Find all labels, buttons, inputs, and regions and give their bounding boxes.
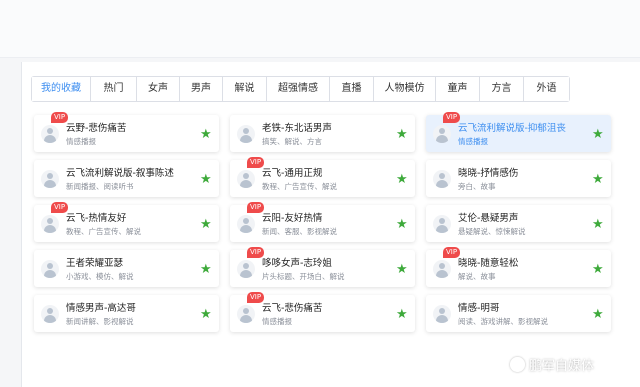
voice-card[interactable]: 情感-明哥阅读、游戏讲解、影视解说 ★ [426,295,611,332]
voice-card[interactable]: VIP 云飞-热情友好 教程、广告宣传、解说 ★ [34,202,219,242]
user-avatar-icon [41,125,59,143]
user-avatar-icon [41,170,59,188]
voice-name: 云阳-友好热情 [262,213,323,224]
user-avatar-icon [433,170,451,188]
voice-card[interactable]: 艾伦-悬疑男声 悬疑解说、惊悚解说 ★ [426,205,611,242]
voice-card[interactable]: VIP 哆哆女声-志玲姐 片头标题、开场白、解说 ★ [230,247,415,287]
tab-foreign[interactable]: 外语 [524,77,569,101]
star-icon[interactable]: ★ [396,263,409,276]
tab-narration[interactable]: 解说 [223,77,267,101]
voice-name: 云飞流利解说版-抑郁沮丧 [458,123,566,134]
voice-tags: 情感播报 [458,137,488,146]
voice-tags: 新闻播报、阅读听书 [66,182,134,191]
top-bar [0,0,640,58]
user-avatar-icon [237,260,255,278]
user-avatar-icon [237,125,255,143]
watermark: 鹏军自媒体 [510,352,594,376]
voice-library-panel: 我的收藏 热门 女声 男声 解说 超强情感 直播 人物模仿 童声 方言 外语 V… [21,62,640,387]
tab-dialect[interactable]: 方言 [480,77,524,101]
voice-name: 晓晓-随意轻松 [458,258,519,269]
voice-tags: 片头标题、开场白、解说 [262,272,345,281]
voice-tags: 情感播报 [66,137,96,146]
voice-card[interactable]: 王者荣耀亚瑟小游戏、模仿、解说 ★ [34,250,219,287]
tab-female[interactable]: 女声 [137,77,180,101]
watermark-text: 鹏军自媒体 [529,358,595,374]
user-avatar-icon [237,170,255,188]
voice-name: 哆哆女声-志玲姐 [262,258,332,269]
star-icon[interactable]: ★ [592,308,605,321]
voice-name: 情感-明哥 [458,303,500,314]
voice-name: 云飞-热情友好 [66,213,127,224]
tab-favorites[interactable]: 我的收藏 [32,77,91,101]
voice-card[interactable]: 晓晓-抒情感伤 旁白、故事 ★ [426,160,611,197]
star-icon[interactable]: ★ [200,173,213,186]
tab-male[interactable]: 男声 [180,77,223,101]
voice-card[interactable]: VIP 云野-悲伤痛苦 情感播报 ★ [34,112,219,152]
voice-card[interactable]: VIP 晓晓-随意轻松 解说、故事 ★ [426,247,611,287]
voice-card[interactable]: 老铁-东北话男声 搞笑、解说、方言 ★ [230,115,415,152]
user-avatar-icon [433,125,451,143]
tab-live[interactable]: 直播 [330,77,374,101]
star-icon[interactable]: ★ [200,128,213,141]
star-icon[interactable]: ★ [200,218,213,231]
tab-hot[interactable]: 热门 [91,77,137,101]
voice-tags: 解说、故事 [458,272,496,281]
tab-emotion[interactable]: 超强情感 [267,77,330,101]
voice-tags: 搞笑、解说、方言 [262,137,322,146]
star-icon[interactable]: ★ [396,308,409,321]
voice-tags: 悬疑解说、惊悚解说 [458,227,526,236]
star-icon[interactable]: ★ [200,308,213,321]
star-icon[interactable]: ★ [592,263,605,276]
star-icon[interactable]: ★ [592,173,605,186]
voice-name: 云飞流利解说版-叙事陈述 [66,168,174,179]
voice-tags: 教程、广告宣传、解说 [66,227,141,236]
star-icon[interactable]: ★ [396,218,409,231]
user-avatar-icon [237,305,255,323]
tab-child[interactable]: 童声 [436,77,480,101]
user-avatar-icon [433,215,451,233]
user-avatar-icon [41,260,59,278]
voice-tags: 旁白、故事 [458,182,496,191]
tab-impersonation[interactable]: 人物模仿 [374,77,436,101]
voice-card[interactable]: VIP 云飞-通用正规 教程、广告宣传、解说 ★ [230,157,415,197]
star-icon[interactable]: ★ [200,263,213,276]
voice-tags: 阅读、游戏讲解、影视解说 [458,317,548,326]
user-avatar-icon [41,305,59,323]
voice-name: 云野-悲伤痛苦 [66,123,127,134]
voice-tags: 新闻、客服、影视解说 [262,227,337,236]
watermark-logo-icon [510,356,525,372]
user-avatar-icon [433,260,451,278]
star-icon[interactable]: ★ [592,218,605,231]
voice-card[interactable]: VIP 云飞流利解说版-抑郁沮丧 情感播报 ★ [426,112,611,152]
star-icon[interactable]: ★ [396,128,409,141]
user-avatar-icon [237,215,255,233]
star-icon[interactable]: ★ [592,128,605,141]
voice-card[interactable]: 云飞流利解说版-叙事陈述 新闻播报、阅读听书 ★ [34,160,219,197]
voice-tags: 新闻讲解、影视解说 [66,317,134,326]
voice-card[interactable]: VIP 云阳-友好热情 新闻、客服、影视解说 ★ [230,202,415,242]
voice-name: 云飞-通用正规 [262,168,323,179]
voice-card[interactable]: 情感男声-高达哥 新闻讲解、影视解说 ★ [34,295,219,332]
star-icon[interactable]: ★ [396,173,409,186]
voice-grid: VIP 云野-悲伤痛苦 情感播报 ★ 老铁-东北话男声 搞笑、解说、方言 ★ VIP 云飞流利解… [34,112,612,332]
voice-name: 艾伦-悬疑男声 [458,213,519,224]
voice-name: 情感男声-高达哥 [66,303,136,314]
user-avatar-icon [433,305,451,323]
voice-tags: 小游戏、模仿、解说 [66,272,134,281]
voice-name: 王者荣耀亚瑟 [66,258,124,269]
user-avatar-icon [41,215,59,233]
category-tabs: 我的收藏 热门 女声 男声 解说 超强情感 直播 人物模仿 童声 方言 外语 [31,76,570,102]
voice-tags: 教程、广告宣传、解说 [262,182,337,191]
voice-name: 老铁-东北话男声 [262,123,332,134]
voice-card[interactable]: VIP 云飞-悲伤痛苦 情感播报 ★ [230,292,415,332]
voice-name: 晓晓-抒情感伤 [458,168,519,179]
voice-tags: 情感播报 [262,317,292,326]
voice-name: 云飞-悲伤痛苦 [262,303,323,314]
